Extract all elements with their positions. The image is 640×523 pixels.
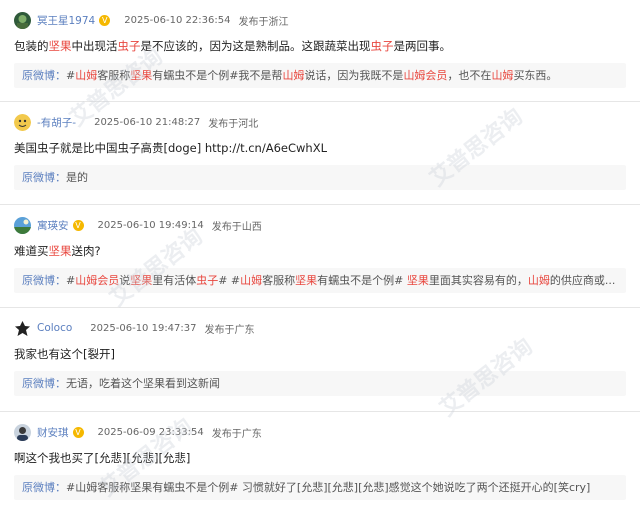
avatar[interactable] (14, 216, 31, 234)
keyword-highlight: 坚果 (48, 39, 72, 53)
quote-segment: 是的 (66, 171, 88, 184)
quote-segment: # # (218, 274, 241, 287)
original-post-quote[interactable]: 原微博：#山姆客服称坚果有蠕虫不是个例#我不是帮山姆说话，因为我既不是山姆会员，… (14, 63, 626, 88)
verified-badge-icon: V (72, 426, 84, 438)
comment-item: 冥王星1974 V 2025-06-10 22:36:54 发布于浙江 包装的坚… (0, 0, 640, 102)
comment-item: 寓瑛安 V 2025-06-10 19:49:14 发布于山西 难道买坚果送肉?… (0, 205, 640, 308)
location: 发布于浙江 (238, 16, 289, 28)
keyword-highlight: 山姆 (75, 69, 98, 82)
keyword-highlight: 山姆会员 (403, 69, 448, 82)
location: 发布于广东 (211, 428, 262, 440)
comment-text: 我家也有这个[裂开] (14, 346, 115, 362)
comment-item: 财安琪 V 2025-06-09 23:33:54 发布于广东 啊这个我也买了[… (0, 412, 640, 523)
text-segment: 难道买 (14, 244, 49, 258)
original-post-label[interactable]: 原微博： (22, 377, 66, 390)
keyword-highlight: 坚果 (295, 274, 318, 287)
original-post-quote[interactable]: 原微博：是的 (14, 165, 626, 190)
avatar[interactable] (14, 319, 31, 337)
original-post-quote[interactable]: 原微博：#山姆会员说坚果里有活体虫子# #山姆客服称坚果有蠕虫不是个例# 坚果里… (14, 268, 626, 293)
timestamp: 2025-06-10 19:47:37 (90, 322, 197, 334)
original-post-label[interactable]: 原微博： (22, 69, 66, 82)
avatar[interactable] (14, 11, 31, 29)
text-segment: 美国虫子就是比中国虫子高贵[doge] http://t.cn/A6eCwhXL (14, 141, 327, 155)
timestamp: 2025-06-09 23:33:54 (97, 426, 204, 438)
text-segment: 中出现活 (71, 39, 118, 53)
location: 发布于广东 (204, 324, 255, 336)
comment-feed: 冥王星1974 V 2025-06-10 22:36:54 发布于浙江 包装的坚… (0, 0, 640, 523)
keyword-highlight: 坚果 (48, 244, 72, 258)
comment-text: 包装的坚果中出现活虫子是不应该的，因为这是熟制品。这跟蔬菜出现虫子是两回事。 (14, 38, 451, 54)
original-post-quote[interactable]: 原微博：无语，吃着这个坚果看到这新闻 (14, 371, 626, 396)
original-post-label[interactable]: 原微博： (22, 274, 66, 287)
keyword-highlight: 坚果 (130, 69, 153, 82)
keyword-highlight: 虫子 (196, 274, 219, 287)
keyword-highlight: 虫子 (370, 39, 394, 53)
quote-segment: 的供应商或... (549, 274, 616, 287)
timestamp: 2025-06-10 22:36:54 (124, 14, 231, 26)
text-segment: 是不应该的，因为这是熟制品。这跟蔬菜出现 (140, 39, 371, 53)
text-segment: 啊这个我也买了[允悲][允悲][允悲] (14, 451, 191, 465)
quote-segment: ，也不在 (447, 69, 492, 82)
keyword-highlight: 坚果 (406, 274, 429, 287)
avatar[interactable] (14, 113, 31, 131)
original-post-label[interactable]: 原微博： (22, 481, 66, 494)
comment-meta: -有胡子- 2025-06-10 21:48:27 发布于河北 (14, 112, 258, 132)
original-post-label[interactable]: 原微博： (22, 171, 66, 184)
comment-meta: 冥王星1974 V 2025-06-10 22:36:54 发布于浙江 (14, 10, 288, 30)
quote-segment: 客服称 (97, 69, 131, 82)
timestamp: 2025-06-10 21:48:27 (94, 116, 201, 128)
quote-segment: 说 (119, 274, 131, 287)
comment-text: 难道买坚果送肉? (14, 243, 101, 259)
username[interactable]: Coloco (37, 322, 72, 334)
comment-item: -有胡子- 2025-06-10 21:48:27 发布于河北 美国虫子就是比中… (0, 102, 640, 205)
text-segment: 包装的 (14, 39, 49, 53)
comment-text: 啊这个我也买了[允悲][允悲][允悲] (14, 450, 190, 466)
text-segment: 是两回事。 (393, 39, 452, 53)
original-post-quote[interactable]: 原微博：#山姆客服称坚果有蠕虫不是个例# 习惯就好了[允悲][允悲][允悲]感觉… (14, 475, 626, 500)
comment-text: 美国虫子就是比中国虫子高贵[doge] http://t.cn/A6eCwhXL (14, 140, 327, 156)
keyword-highlight: 山姆会员 (75, 274, 120, 287)
username[interactable]: 寓瑛安 (37, 218, 69, 233)
timestamp: 2025-06-10 19:49:14 (97, 219, 204, 231)
quote-segment: 买东西。 (513, 69, 558, 82)
keyword-highlight: 山姆 (240, 274, 263, 287)
username[interactable]: 冥王星1974 (37, 13, 95, 28)
quote-segment: #山姆客服称坚果有蠕虫不是个例# 习惯就好了[允悲][允悲][允悲]感觉这个她说… (66, 481, 591, 494)
comment-meta: 寓瑛安 V 2025-06-10 19:49:14 发布于山西 (14, 215, 262, 235)
text-segment: 送肉? (71, 244, 101, 258)
username[interactable]: -有胡子- (37, 115, 76, 130)
comment-meta: 财安琪 V 2025-06-09 23:33:54 发布于广东 (14, 422, 262, 442)
verified-badge-icon: V (72, 219, 84, 231)
username[interactable]: 财安琪 (37, 425, 69, 440)
quote-segment: # (66, 274, 76, 287)
quote-segment: 里面其实容易有的， (428, 274, 528, 287)
comment-meta: Coloco 2025-06-10 19:47:37 发布于广东 (14, 318, 255, 338)
keyword-highlight: 虫子 (117, 39, 141, 53)
location: 发布于河北 (208, 118, 259, 130)
quote-segment: 有蠕虫不是个例# (317, 274, 407, 287)
quote-segment: 里有活体 (152, 274, 197, 287)
comment-item: Coloco 2025-06-10 19:47:37 发布于广东 我家也有这个[… (0, 308, 640, 412)
quote-segment: 说话，因为我既不是 (304, 69, 404, 82)
keyword-highlight: 山姆 (282, 69, 305, 82)
keyword-highlight: 坚果 (130, 274, 153, 287)
verified-badge-icon: V (99, 14, 111, 26)
avatar[interactable] (14, 423, 31, 441)
keyword-highlight: 山姆 (527, 274, 550, 287)
quote-segment: # (66, 69, 76, 82)
quote-segment: 有蠕虫不是个例#我不是帮 (152, 69, 283, 82)
quote-segment: 客服称 (262, 274, 296, 287)
location: 发布于山西 (211, 221, 262, 233)
quote-segment: 无语，吃着这个坚果看到这新闻 (66, 377, 220, 390)
text-segment: 我家也有这个[裂开] (14, 347, 115, 361)
keyword-highlight: 山姆 (491, 69, 514, 82)
